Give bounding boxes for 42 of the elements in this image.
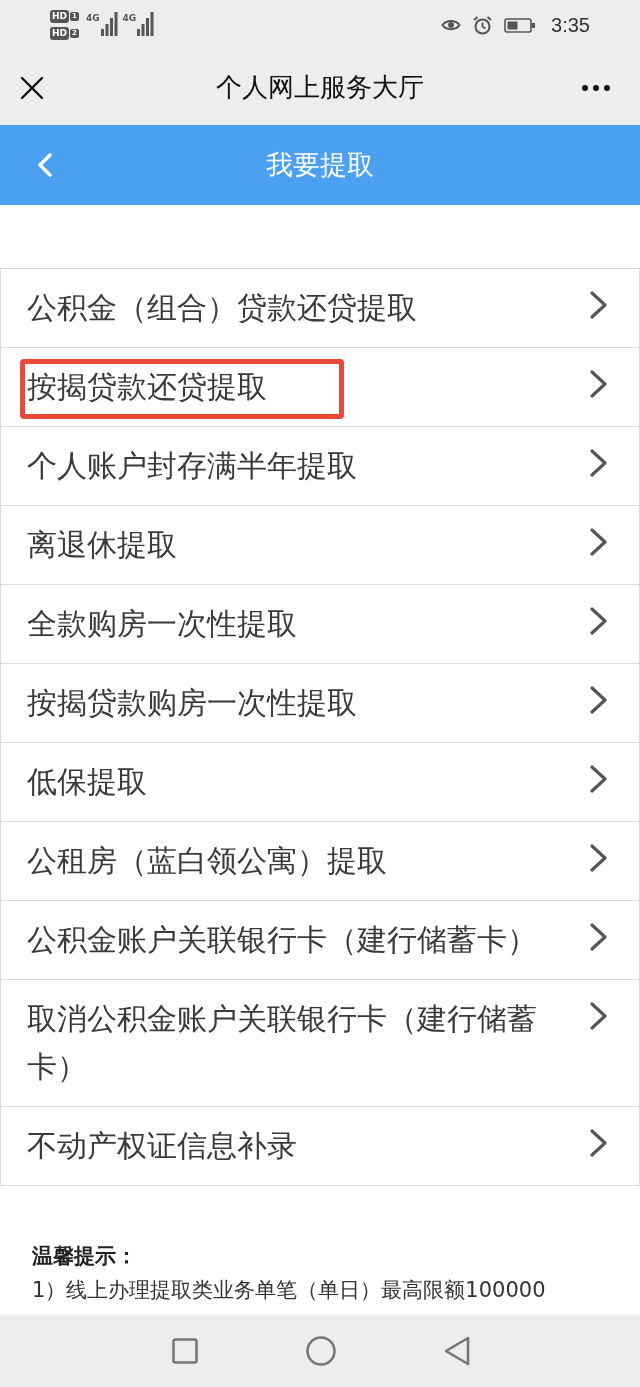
hd-badge: HD: [50, 10, 69, 23]
chevron-right-icon: [590, 1129, 608, 1157]
alarm-clock-icon: [473, 15, 493, 35]
menu-item[interactable]: 不动产权证信息补录: [1, 1107, 639, 1186]
menu-item[interactable]: 按揭贷款还贷提取: [1, 348, 639, 427]
eye-icon: [441, 18, 462, 32]
notice-text: 1）线上办理提取类业务单笔（单日）最高限额100000: [32, 1277, 547, 1304]
menu-item[interactable]: 取消公积金账户关联银行卡（建行储蓄卡）: [1, 980, 639, 1107]
menu-item[interactable]: 公积金账户关联银行卡（建行储蓄卡）: [1, 901, 639, 980]
menu-item[interactable]: 离退休提取: [1, 506, 639, 585]
chevron-right-icon: [590, 528, 608, 556]
chevron-right-icon: [590, 765, 608, 793]
chevron-right-icon: [590, 686, 608, 714]
menu-item[interactable]: 公积金（组合）贷款还贷提取: [1, 269, 639, 348]
menu-item[interactable]: 低保提取: [1, 743, 639, 822]
more-icon[interactable]: [582, 84, 610, 91]
chevron-right-icon: [590, 291, 608, 319]
network-label: 4G: [122, 13, 137, 23]
chevron-right-icon: [590, 370, 608, 398]
notice-title: 温馨提示：: [32, 1243, 138, 1270]
page-title: 我要提取: [266, 148, 374, 182]
chevron-left-icon[interactable]: [37, 153, 52, 177]
chevron-right-icon: [590, 449, 608, 477]
square-icon[interactable]: [172, 1338, 198, 1364]
hd-badge: HD: [50, 27, 69, 40]
menu-item[interactable]: 公租房（蓝白领公寓）提取: [1, 822, 639, 901]
chevron-right-icon: [590, 1002, 608, 1030]
close-icon[interactable]: [20, 75, 44, 100]
signal-icon: [137, 12, 155, 36]
triangle-icon[interactable]: [444, 1336, 470, 1366]
chevron-right-icon: [590, 923, 608, 951]
clock-time: 3:35: [551, 13, 590, 37]
chevron-right-icon: [590, 607, 608, 635]
network-label: 4G: [85, 13, 100, 23]
battery-icon: [504, 17, 536, 33]
menu-item[interactable]: 按揭贷款购房一次性提取: [1, 664, 639, 743]
circle-icon[interactable]: [306, 1336, 336, 1366]
menu-item[interactable]: 全款购房一次性提取: [1, 585, 639, 664]
chevron-right-icon: [590, 844, 608, 872]
window-title: 个人网上服务大厅: [216, 71, 424, 104]
signal-icon: [100, 12, 118, 36]
menu-item[interactable]: 个人账户封存满半年提取: [1, 427, 639, 506]
